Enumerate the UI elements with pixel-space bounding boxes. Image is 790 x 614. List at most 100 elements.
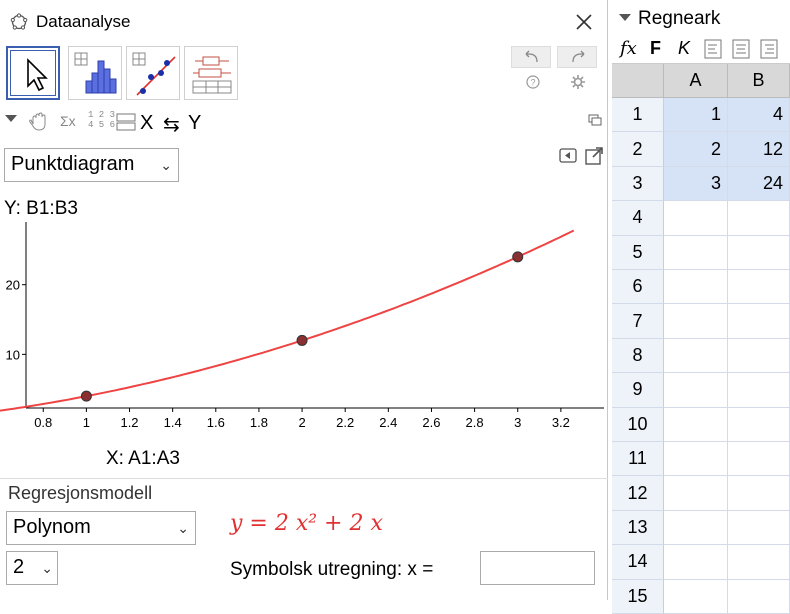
data-point[interactable] [512, 251, 524, 263]
sheet-cell-a8[interactable] [664, 338, 728, 374]
x-tick-label: 2 [298, 415, 305, 430]
toggle-panel-icon[interactable] [559, 148, 577, 164]
multi-variable-analysis-button[interactable] [184, 46, 238, 100]
row-header[interactable]: 1 [612, 98, 664, 133]
sheet-cell-b11[interactable] [728, 442, 790, 477]
swap-xy-icon[interactable]: ⇆ [163, 112, 180, 137]
x-tick-label: 2.2 [336, 415, 354, 430]
triangle-down-icon[interactable] [618, 13, 632, 23]
sheet-cell-a5[interactable] [664, 235, 728, 270]
sheet-cell-b14[interactable] [728, 545, 790, 580]
restore-window-icon[interactable] [588, 114, 602, 126]
scatter-plot[interactable]: 0.8 1 1.2 1.4 1.6 1.8 2 2.2 2.4 2.6 2.8 3 3.2 10 20 [0, 200, 608, 448]
sheet-cell-a7[interactable] [664, 304, 728, 339]
sheet-cell-a14[interactable] [664, 545, 728, 580]
row-header[interactable]: 7 [612, 304, 664, 339]
sheet-cell-b13[interactable] [728, 510, 790, 546]
sheet-cell-a11[interactable] [664, 442, 728, 477]
x-tick-label: 3.2 [552, 415, 570, 430]
redo-icon [572, 50, 585, 63]
sheet-cell-a6[interactable] [664, 270, 728, 305]
sheet-corner[interactable] [612, 64, 664, 98]
row-header[interactable]: 4 [612, 201, 664, 236]
sheet-cell-b10[interactable] [728, 407, 790, 442]
gear-icon[interactable] [570, 74, 586, 90]
data-source-button[interactable]: 1 2 3 4 5 6 [88, 110, 115, 130]
undo-button[interactable] [511, 46, 551, 68]
cursor-tool-button[interactable] [6, 46, 60, 100]
row-header[interactable]: 15 [612, 579, 664, 614]
sheet-cell-b9[interactable] [728, 373, 790, 408]
statistics-button[interactable]: Σx [60, 113, 76, 129]
sheet-cell-a15[interactable] [664, 579, 728, 614]
sheet-cell-a4[interactable] [664, 201, 728, 236]
x-tick-label: 1 [83, 415, 90, 430]
row-header[interactable]: 10 [612, 407, 664, 442]
table-toggle-icon[interactable] [116, 112, 136, 134]
x-tick-label: 3 [514, 415, 521, 430]
redo-button[interactable] [557, 46, 597, 68]
function-button[interactable]: fx [620, 38, 637, 59]
row-header[interactable]: 13 [612, 510, 664, 546]
regression-model-value: Polynom [13, 516, 91, 538]
row-header[interactable]: 8 [612, 338, 664, 374]
sheet-cell-a10[interactable] [664, 407, 728, 442]
scatter-regression-icon [132, 52, 176, 96]
row-header[interactable]: 3 [612, 166, 664, 202]
symbolic-x-input[interactable] [480, 551, 595, 585]
help-icon[interactable]: ? [525, 74, 541, 90]
align-left-icon[interactable] [704, 39, 722, 59]
data-source-numbers-bottom: 4 5 6 [88, 120, 116, 130]
polynomial-degree-select[interactable]: 2 ⌄ [6, 551, 58, 585]
column-header-a[interactable]: A [664, 64, 728, 98]
sheet-cell-a1[interactable]: 1 [664, 98, 728, 133]
y-tick-label: 10 [6, 347, 20, 362]
plot-type-select[interactable]: Punktdiagram ⌄ [4, 148, 179, 182]
sheet-cell-a9[interactable] [664, 373, 728, 408]
data-point[interactable] [296, 334, 308, 346]
x-tick-label: 1.8 [250, 415, 268, 430]
bold-button[interactable]: F [650, 38, 661, 59]
sheet-cell-b1[interactable]: 4 [728, 98, 790, 133]
row-header[interactable]: 9 [612, 373, 664, 408]
sheet-cell-b12[interactable] [728, 476, 790, 511]
hand-icon[interactable] [28, 112, 50, 132]
sheet-cell-b6[interactable] [728, 270, 790, 305]
sheet-cell-a12[interactable] [664, 476, 728, 511]
row-header[interactable]: 14 [612, 545, 664, 580]
x-tick-label: 2.6 [422, 415, 440, 430]
triangle-down-icon[interactable] [4, 114, 18, 124]
sheet-cell-b5[interactable] [728, 235, 790, 270]
y-tick-label: 20 [6, 278, 20, 293]
one-variable-analysis-button[interactable] [68, 46, 122, 100]
export-icon[interactable] [584, 146, 604, 166]
column-header-b[interactable]: B [728, 64, 790, 98]
align-center-icon[interactable] [732, 39, 750, 59]
regression-model-select[interactable]: Polynom ⌄ [6, 511, 196, 545]
sheet-cell-b2[interactable]: 12 [728, 132, 790, 167]
row-header[interactable]: 12 [612, 476, 664, 511]
x-tick-label: 2.8 [466, 415, 484, 430]
italic-button[interactable]: K [678, 38, 690, 59]
sheet-cell-a13[interactable] [664, 510, 728, 546]
sheet-cell-b8[interactable] [728, 338, 790, 374]
x-axis-label: X [140, 112, 154, 134]
row-header[interactable]: 5 [612, 235, 664, 270]
sheet-cell-b3[interactable]: 24 [728, 166, 790, 202]
window-title: Dataanalyse [36, 12, 131, 31]
polynomial-degree-value: 2 [13, 556, 25, 578]
sheet-cell-b15[interactable] [728, 579, 790, 614]
regression-curve [0, 229, 575, 412]
data-point[interactable] [80, 390, 92, 402]
row-header[interactable]: 6 [612, 270, 664, 305]
x-tick-label: 1.2 [120, 415, 138, 430]
sheet-cell-a3[interactable]: 3 [664, 166, 728, 202]
row-header[interactable]: 11 [612, 442, 664, 477]
sheet-cell-b4[interactable] [728, 201, 790, 236]
sheet-cell-b7[interactable] [728, 304, 790, 339]
close-icon[interactable] [574, 12, 594, 32]
row-header[interactable]: 2 [612, 132, 664, 167]
two-variable-regression-button[interactable] [126, 46, 180, 100]
sheet-cell-a2[interactable]: 2 [664, 132, 728, 167]
align-right-icon[interactable] [760, 39, 778, 59]
